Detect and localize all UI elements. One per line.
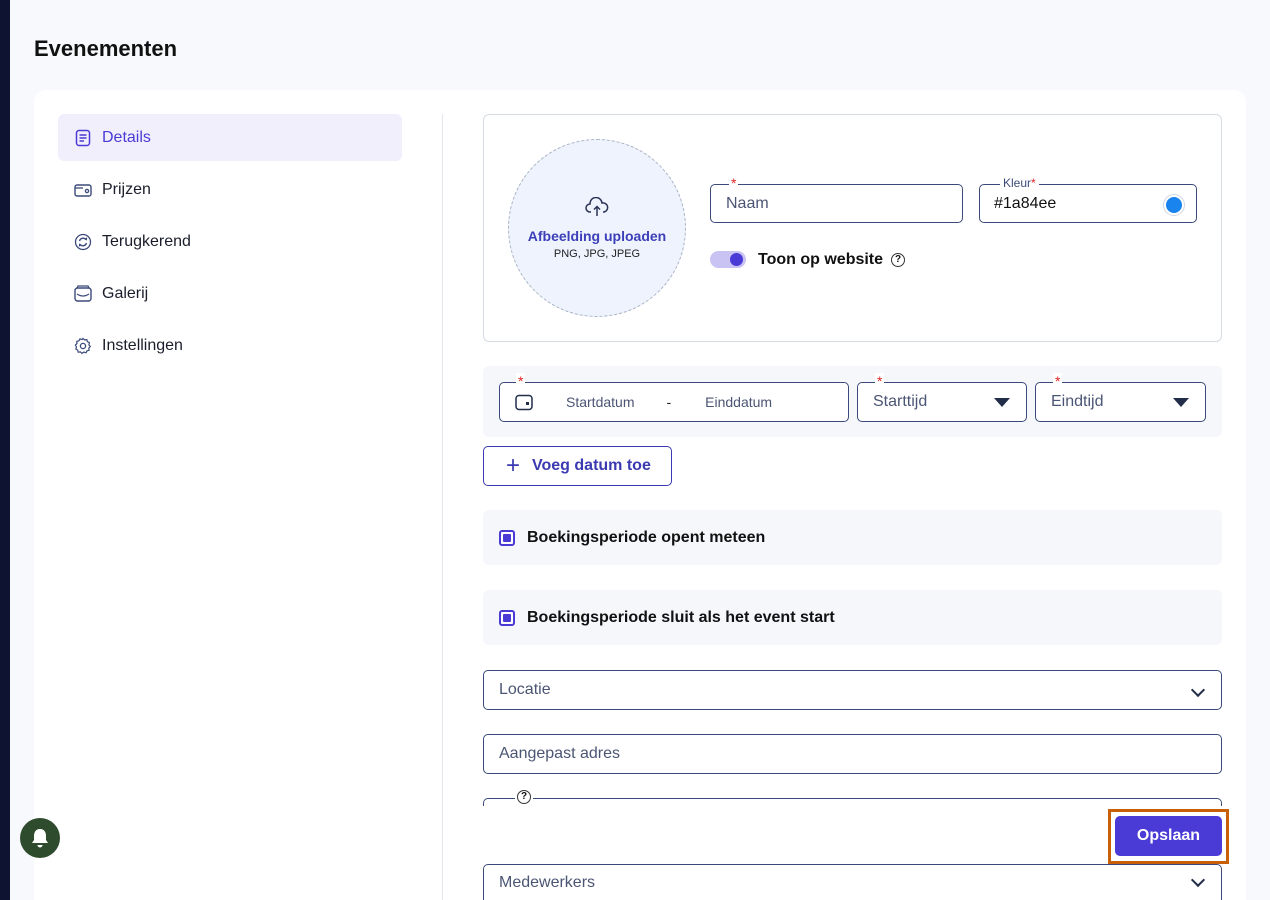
upload-title: Afbeelding uploaden — [527, 227, 667, 244]
required-mark: * — [875, 373, 885, 389]
required-mark: * — [516, 373, 526, 389]
recurring-icon — [74, 233, 92, 251]
location-select[interactable]: Locatie — [483, 670, 1222, 710]
custom-address-placeholder: Aangepast adres — [499, 745, 620, 762]
add-date-button[interactable]: + Voeg datum toe — [483, 446, 672, 486]
help-icon[interactable]: ? — [891, 252, 906, 267]
sidebar-item-prijzen[interactable]: Prijzen — [58, 166, 402, 213]
staff-select[interactable]: Medewerkers — [483, 864, 1222, 900]
document-icon — [74, 129, 92, 147]
required-mark: * — [729, 175, 739, 191]
chevron-down-icon — [1190, 682, 1206, 698]
partial-field — [483, 798, 1222, 806]
custom-address-input[interactable]: Aangepast adres — [483, 734, 1222, 774]
color-swatch[interactable] — [1164, 195, 1184, 215]
booking-opens-now-row[interactable]: Boekingsperiode opent meteen — [483, 510, 1222, 565]
booking-closes-label: Boekingsperiode sluit als het event star… — [527, 608, 835, 626]
bell-icon — [30, 827, 50, 849]
color-value: #1a84ee — [994, 194, 1057, 212]
booking-closes-row[interactable]: Boekingsperiode sluit als het event star… — [483, 590, 1222, 645]
help-icon[interactable]: ? — [515, 788, 533, 806]
plus-icon: + — [506, 452, 521, 479]
name-field[interactable]: * Naam — [710, 175, 963, 223]
start-time-select[interactable]: * Starttijd — [857, 373, 1027, 422]
location-placeholder: Locatie — [499, 681, 551, 698]
notifications-button[interactable] — [20, 818, 60, 858]
staff-placeholder: Medewerkers — [499, 873, 596, 891]
caret-down-icon — [1173, 398, 1189, 407]
upload-formats: PNG, JPG, JPEG — [553, 247, 641, 260]
sidebar-item-label: Details — [102, 128, 151, 146]
booking-opens-now-checkbox[interactable] — [499, 529, 515, 546]
end-time-select[interactable]: * Eindtijd — [1035, 373, 1206, 422]
sidebar-item-label: Instellingen — [102, 336, 183, 354]
sidebar-item-galerij[interactable]: Galerij — [58, 270, 402, 317]
booking-opens-now-label: Boekingsperiode opent meteen — [527, 528, 766, 546]
save-button[interactable]: Opslaan — [1115, 816, 1222, 856]
side-nav: Details Prijzen Terugkerend Galerij Inst… — [58, 114, 402, 374]
required-mark: * — [1053, 373, 1063, 389]
date-range-field[interactable]: * Startdatum - Einddatum — [499, 373, 849, 422]
add-date-label: Voeg datum toe — [532, 457, 651, 474]
color-field[interactable]: Kleur* #1a84ee — [979, 176, 1197, 223]
date-separator: - — [666, 394, 672, 410]
end-date-placeholder: Einddatum — [705, 394, 773, 410]
page-title: Evenementen — [34, 36, 178, 61]
sidebar-item-terugkerend[interactable]: Terugkerend — [58, 218, 402, 265]
calendar-icon — [515, 394, 533, 411]
gear-icon — [74, 337, 92, 355]
chevron-down-icon — [1190, 872, 1206, 888]
booking-closes-checkbox[interactable] — [499, 609, 515, 626]
wallet-icon — [74, 181, 92, 199]
caret-down-icon — [994, 398, 1010, 407]
show-on-website-label: Toon op website? — [758, 251, 906, 269]
sidebar-item-instellingen[interactable]: Instellingen — [58, 322, 402, 369]
left-edge-bar — [0, 0, 10, 900]
sidebar-item-details[interactable]: Details — [58, 114, 402, 161]
show-on-website-toggle[interactable] — [710, 251, 746, 268]
vertical-divider — [442, 114, 443, 900]
end-time-placeholder: Eindtijd — [1051, 393, 1104, 410]
sidebar-item-label: Terugkerend — [102, 232, 191, 250]
gallery-icon — [74, 285, 92, 303]
name-placeholder: Naam — [726, 194, 769, 212]
color-label: Kleur* — [1000, 176, 1039, 190]
sidebar-item-label: Galerij — [102, 284, 149, 302]
image-upload-dropzone[interactable]: Afbeelding uploaden PNG, JPG, JPEG — [508, 139, 686, 317]
start-time-placeholder: Starttijd — [873, 393, 928, 410]
sidebar-item-label: Prijzen — [102, 180, 151, 198]
cloud-upload-icon — [585, 196, 609, 222]
start-date-placeholder: Startdatum — [566, 394, 635, 410]
